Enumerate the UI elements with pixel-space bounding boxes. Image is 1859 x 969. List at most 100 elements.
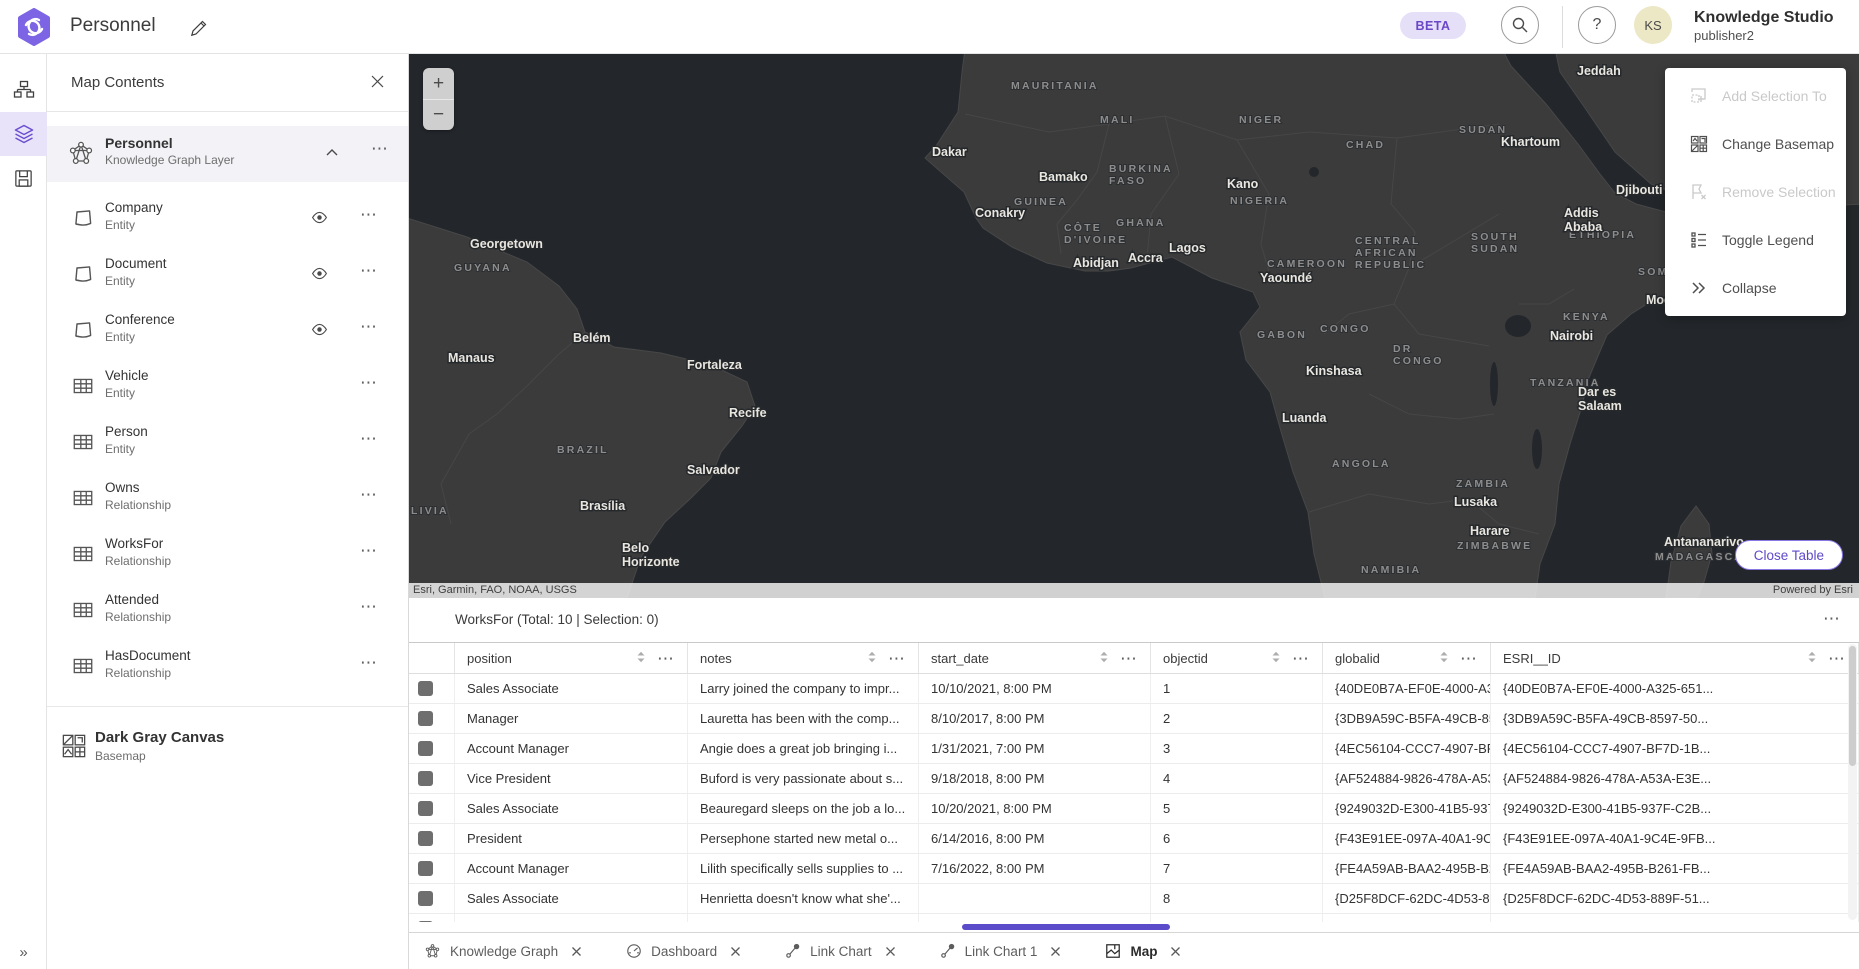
layer-item-attended[interactable]: AttendedRelationship⋯ xyxy=(47,582,408,638)
help-button[interactable]: ? xyxy=(1578,6,1616,44)
table-row[interactable]: Account ManagerAngie does a great job br… xyxy=(409,734,1859,764)
table-cell: 8/10/2017, 8:00 PM xyxy=(919,704,1151,733)
zoom-in-button[interactable]: + xyxy=(423,68,454,99)
row-checkbox[interactable] xyxy=(418,771,433,786)
chevron-up-icon[interactable] xyxy=(325,146,339,161)
row-checkbox[interactable] xyxy=(418,801,433,816)
map-country-label: BRAZIL xyxy=(557,444,609,456)
tab-close-icon[interactable] xyxy=(730,946,741,957)
menu-item-toggle-legend[interactable]: Toggle Legend xyxy=(1665,216,1846,264)
visibility-eye-icon[interactable] xyxy=(311,209,328,229)
column-options-icon[interactable]: ⋯ xyxy=(1292,650,1310,667)
row-checkbox[interactable] xyxy=(418,741,433,756)
column-options-icon[interactable]: ⋯ xyxy=(888,650,906,667)
layer-item-conference[interactable]: ConferenceEntity⋯ xyxy=(47,302,408,358)
layer-options-icon[interactable]: ⋯ xyxy=(360,542,378,559)
layer-options-icon[interactable]: ⋯ xyxy=(360,486,378,503)
layer-group-personnel[interactable]: Personnel Knowledge Graph Layer ⋯ xyxy=(47,126,408,182)
visibility-eye-icon[interactable] xyxy=(311,321,328,341)
layer-item-vehicle[interactable]: VehicleEntity⋯ xyxy=(47,358,408,414)
beta-badge: BETA xyxy=(1400,12,1466,39)
menu-item-collapse[interactable]: Collapse xyxy=(1665,264,1846,312)
expand-rail-button[interactable]: » xyxy=(0,944,47,961)
tab-close-icon[interactable] xyxy=(1170,946,1181,957)
close-table-button[interactable]: Close Table xyxy=(1735,540,1843,570)
tab-close-icon[interactable] xyxy=(1050,946,1061,957)
layer-options-icon[interactable]: ⋯ xyxy=(360,430,378,447)
tab-link-chart[interactable]: Link Chart xyxy=(785,943,896,959)
close-panel-icon[interactable] xyxy=(370,74,386,90)
layer-item-worksfor[interactable]: WorksForRelationship⋯ xyxy=(47,526,408,582)
table-row[interactable]: ManagerLauretta has been with the comp..… xyxy=(409,704,1859,734)
layer-options-icon[interactable]: ⋯ xyxy=(360,262,378,279)
rail-item-data-model[interactable] xyxy=(0,68,47,112)
table-row[interactable]: Sales AssociateHenrietta doesn't know wh… xyxy=(409,884,1859,914)
row-checkbox[interactable] xyxy=(418,831,433,846)
layer-options-icon[interactable]: ⋯ xyxy=(360,318,378,335)
layer-options-icon[interactable]: ⋯ xyxy=(360,654,378,671)
app-logo-icon[interactable] xyxy=(15,8,53,46)
tab-close-icon[interactable] xyxy=(885,946,896,957)
sort-icon[interactable] xyxy=(1438,650,1450,667)
sort-icon[interactable] xyxy=(635,650,647,667)
column-options-icon[interactable]: ⋯ xyxy=(1828,650,1846,667)
column-options-icon[interactable]: ⋯ xyxy=(1460,650,1478,667)
layer-options-icon[interactable]: ⋯ xyxy=(360,598,378,615)
column-options-icon[interactable]: ⋯ xyxy=(657,650,675,667)
vertical-scrollbar-thumb[interactable] xyxy=(1849,646,1856,766)
column-header-position[interactable]: position⋯ xyxy=(455,643,688,673)
table-cell xyxy=(919,884,1151,913)
tab-dashboard[interactable]: Dashboard xyxy=(626,943,741,959)
sort-icon[interactable] xyxy=(866,650,878,667)
layer-options-icon[interactable]: ⋯ xyxy=(360,374,378,391)
rail-item-save[interactable] xyxy=(0,156,47,200)
horizontal-scrollbar[interactable] xyxy=(409,922,1859,932)
tab-knowledge-graph[interactable]: Knowledge Graph xyxy=(424,943,582,960)
row-checkbox[interactable] xyxy=(418,681,433,696)
table-row[interactable]: MarketingHildegarde moved over with supp… xyxy=(409,914,1859,922)
visibility-eye-icon[interactable] xyxy=(311,265,328,285)
zoom-out-button[interactable]: − xyxy=(423,99,454,130)
row-checkbox[interactable] xyxy=(418,711,433,726)
map-city-label: Georgetown xyxy=(470,237,543,251)
map-country-label: SOUTHSUDAN xyxy=(1471,231,1519,255)
column-header-esri__id[interactable]: ESRI__ID⋯ xyxy=(1491,643,1859,673)
table-row[interactable]: Vice PresidentBuford is very passionate … xyxy=(409,764,1859,794)
column-options-icon[interactable]: ⋯ xyxy=(1120,650,1138,667)
sort-icon[interactable] xyxy=(1270,650,1282,667)
layer-item-owns[interactable]: OwnsRelationship⋯ xyxy=(47,470,408,526)
layer-options-icon[interactable]: ⋯ xyxy=(360,206,378,223)
layer-item-document[interactable]: DocumentEntity⋯ xyxy=(47,246,408,302)
table-cell: Lilith specifically sells supplies to ..… xyxy=(688,854,919,883)
horizontal-scrollbar-thumb[interactable] xyxy=(962,924,1170,930)
layer-item-company[interactable]: CompanyEntity⋯ xyxy=(47,190,408,246)
edit-title-icon[interactable] xyxy=(188,17,210,39)
rail-item-layers[interactable] xyxy=(0,112,47,156)
row-checkbox[interactable] xyxy=(418,891,433,906)
layer-item-hasdocument[interactable]: HasDocumentRelationship⋯ xyxy=(47,638,408,694)
table-row[interactable]: PresidentPersephone started new metal o.… xyxy=(409,824,1859,854)
column-header-globalid[interactable]: globalid⋯ xyxy=(1323,643,1491,673)
tab-close-icon[interactable] xyxy=(571,946,582,957)
column-header-objectid[interactable]: objectid⋯ xyxy=(1151,643,1323,673)
table-row[interactable]: Account ManagerLilith specifically sells… xyxy=(409,854,1859,884)
table-row[interactable]: Sales AssociateBeauregard sleeps on the … xyxy=(409,794,1859,824)
tab-link-chart-1[interactable]: Link Chart 1 xyxy=(940,943,1062,959)
menu-item-add-selection-to: Add Selection To xyxy=(1665,72,1846,120)
group-options-icon[interactable]: ⋯ xyxy=(371,140,389,157)
tab-map[interactable]: Map xyxy=(1105,943,1181,959)
layer-item-person[interactable]: PersonEntity⋯ xyxy=(47,414,408,470)
sort-icon[interactable] xyxy=(1806,650,1818,667)
menu-item-change-basemap[interactable]: Change Basemap xyxy=(1665,120,1846,168)
table-options-icon[interactable]: ⋯ xyxy=(1823,610,1841,627)
vertical-scrollbar[interactable] xyxy=(1848,644,1857,920)
basemap-item[interactable]: Dark Gray Canvas Basemap xyxy=(47,721,408,777)
column-header-notes[interactable]: notes⋯ xyxy=(688,643,919,673)
column-header-start_date[interactable]: start_date⋯ xyxy=(919,643,1151,673)
table-row[interactable]: Sales AssociateLarry joined the company … xyxy=(409,674,1859,704)
map-canvas[interactable]: MAURITANIAMALINIGERCHADSUDANBURKINAFASOG… xyxy=(409,54,1859,598)
avatar[interactable]: KS xyxy=(1634,6,1672,44)
sort-icon[interactable] xyxy=(1098,650,1110,667)
row-checkbox[interactable] xyxy=(418,861,433,876)
search-button[interactable] xyxy=(1501,6,1539,44)
